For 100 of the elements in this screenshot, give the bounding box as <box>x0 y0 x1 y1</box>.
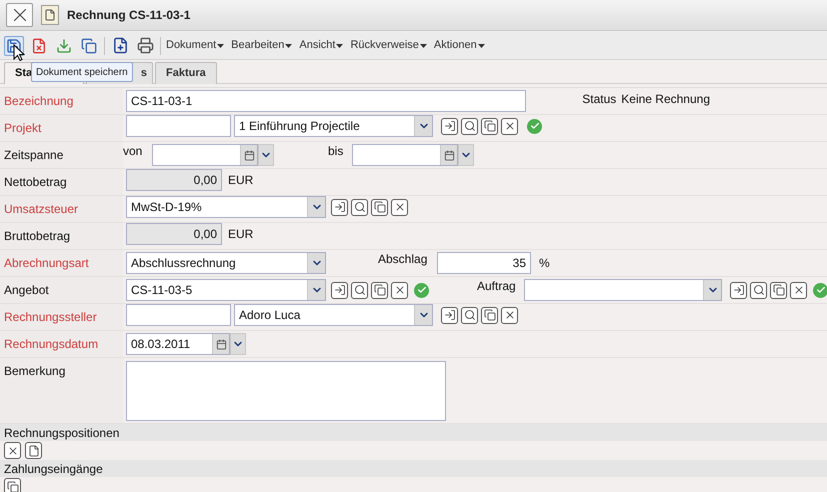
select-field[interactable]: CS-11-03-5 <box>126 279 326 301</box>
search-button[interactable] <box>750 282 767 298</box>
date-field[interactable] <box>352 144 458 166</box>
caret-icon <box>478 44 485 48</box>
document-icon <box>28 444 40 456</box>
tab[interactable]: Faktura <box>155 62 217 84</box>
open-icon <box>444 309 456 321</box>
search-icon <box>354 201 366 213</box>
close-button[interactable] <box>501 306 518 324</box>
calendar-icon[interactable] <box>244 150 254 160</box>
status-value: Keine Rechnung <box>621 91 710 108</box>
search-button[interactable] <box>351 198 368 216</box>
close-icon <box>792 284 804 296</box>
dropdown-button[interactable] <box>258 144 274 166</box>
select-field[interactable]: Adoro Luca <box>234 304 433 326</box>
copy-icon <box>484 120 496 132</box>
close-button[interactable] <box>501 118 518 134</box>
save-icon <box>6 38 22 54</box>
open-icon <box>732 284 744 296</box>
field-label: Abrechnungsart <box>4 256 89 270</box>
section-title: Rechnungspositionen <box>4 424 120 442</box>
menu-button[interactable]: Ansicht <box>299 37 344 54</box>
print-button[interactable] <box>135 36 155 56</box>
select-field[interactable] <box>524 279 722 301</box>
menu-button[interactable]: Dokument <box>166 37 224 54</box>
caret-icon <box>336 44 344 48</box>
date-field[interactable]: 08.03.2011 <box>126 333 230 355</box>
copy-button[interactable] <box>481 306 498 324</box>
open-icon <box>444 120 456 132</box>
select-field[interactable]: Abschlussrechnung <box>126 252 326 274</box>
unit-label: % <box>539 255 550 272</box>
copy-button[interactable] <box>371 198 388 216</box>
input-field[interactable]: CS-11-03-1 <box>126 90 526 112</box>
document-button[interactable] <box>25 442 42 459</box>
search-button[interactable] <box>351 282 368 298</box>
field-label: Bemerkung <box>4 364 66 378</box>
field-label: Zeitspanne <box>4 148 64 162</box>
field-label: Nettobetrag <box>4 175 67 189</box>
close-icon <box>504 309 516 321</box>
close-icon <box>394 201 406 213</box>
search-button[interactable] <box>461 118 478 134</box>
field-label: Rechnungsdatum <box>4 337 98 351</box>
input-field[interactable]: 0,00 <box>126 169 222 191</box>
field-label: Projekt <box>4 121 42 135</box>
unit-label: EUR <box>228 226 254 243</box>
copy-button[interactable] <box>79 36 99 56</box>
input-field[interactable]: 0,00 <box>126 223 222 245</box>
open-button[interactable] <box>441 118 458 134</box>
search-icon <box>464 120 476 132</box>
calendar-icon[interactable] <box>444 150 454 160</box>
search-icon <box>464 309 476 321</box>
close-button[interactable] <box>790 282 807 298</box>
close-button[interactable] <box>4 442 21 459</box>
copy-icon <box>772 284 784 296</box>
copy-button[interactable] <box>770 282 787 298</box>
close-button[interactable] <box>391 282 408 298</box>
calendar-icon[interactable] <box>216 338 226 350</box>
search-button[interactable] <box>461 306 478 324</box>
date-field[interactable] <box>152 144 258 166</box>
close-icon <box>394 284 406 296</box>
open-button[interactable] <box>730 282 747 298</box>
dropdown-button[interactable] <box>458 144 474 166</box>
printer-icon <box>136 37 154 54</box>
delete-document-icon <box>31 38 47 54</box>
select-field[interactable]: 1 Einführung Projectile <box>234 115 433 137</box>
field-label: Abschlag <box>378 251 428 268</box>
input-field[interactable]: 35 <box>437 252 531 274</box>
copy-button[interactable] <box>4 478 21 492</box>
copy-icon <box>81 38 97 54</box>
open-button[interactable] <box>331 198 348 216</box>
copy-icon <box>374 284 386 296</box>
to-label: bis <box>328 143 344 160</box>
field-label: Auftrag <box>477 278 517 295</box>
menu-button[interactable]: Aktionen <box>434 37 485 54</box>
dropdown-button[interactable] <box>230 333 246 355</box>
document-icon <box>41 5 59 25</box>
copy-button[interactable] <box>371 282 388 298</box>
close-icon <box>6 444 18 456</box>
field-label: Umsatzsteuer <box>4 202 78 216</box>
cursor-icon <box>13 44 25 62</box>
status-label: Status <box>582 91 616 108</box>
field-label: Bezeichnung <box>4 94 74 108</box>
input-field[interactable] <box>126 304 231 326</box>
menu-button[interactable]: Rückverweise <box>350 37 427 54</box>
new-document-icon <box>112 37 128 54</box>
open-icon <box>334 201 346 213</box>
section-title: Zahlungseingänge <box>4 460 103 478</box>
copy-button[interactable] <box>481 118 498 134</box>
open-button[interactable] <box>441 306 458 324</box>
field-label: Angebot <box>4 283 49 297</box>
open-button[interactable] <box>331 282 348 298</box>
menu-button[interactable]: Bearbeiten <box>231 37 292 54</box>
tick-icon <box>816 285 826 295</box>
field-label: Bruttobetrag <box>4 229 70 243</box>
import-icon <box>56 38 72 54</box>
select-field[interactable]: MwSt-D-19% <box>126 196 326 218</box>
close-button[interactable] <box>391 198 408 216</box>
input-field[interactable] <box>126 115 231 137</box>
close-button[interactable] <box>6 3 33 27</box>
caret-icon <box>420 44 427 48</box>
